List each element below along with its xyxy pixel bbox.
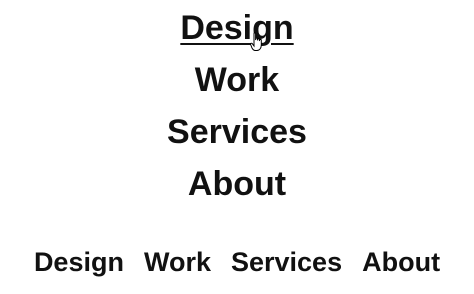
horizontal-nav-link-design[interactable]: Design [34, 244, 124, 280]
nav-link-design[interactable]: Design [180, 6, 293, 58]
horizontal-nav: Design Work Services About [0, 244, 474, 280]
horizontal-nav-link-about[interactable]: About [362, 244, 440, 280]
horizontal-nav-link-services[interactable]: Services [231, 244, 342, 280]
nav-link-about[interactable]: About [188, 162, 286, 214]
vertical-nav: Design Work Services About [0, 6, 474, 214]
nav-link-work[interactable]: Work [195, 58, 279, 110]
nav-link-services[interactable]: Services [167, 110, 307, 162]
vertical-nav-item-design: Design [180, 6, 294, 58]
horizontal-nav-link-work[interactable]: Work [144, 244, 211, 280]
